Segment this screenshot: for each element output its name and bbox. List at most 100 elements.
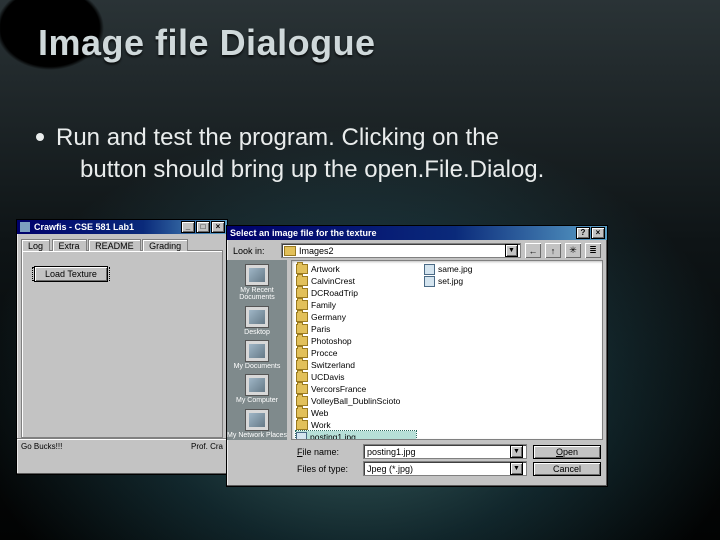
- crawfis-title: Crawfis - CSE 581 Lab1: [34, 222, 134, 232]
- documents-icon: [245, 340, 269, 362]
- dialog-bottom: File name: posting1.jpg▼ Open Files of t…: [227, 440, 607, 480]
- computer-icon: [245, 374, 269, 396]
- bullet-text-2: button should bring up the open.File.Dia…: [80, 154, 684, 186]
- list-item[interactable]: Artwork: [296, 263, 416, 275]
- up-one-level-button[interactable]: ↑: [545, 243, 561, 258]
- folder-icon: [296, 324, 308, 334]
- slide-title: Image file Dialogue: [38, 22, 376, 64]
- slide: Image file Dialogue Run and test the pro…: [0, 0, 720, 540]
- file-name: set.jpg: [438, 276, 463, 286]
- crawfis-window: Crawfis - CSE 581 Lab1 _ □ × Log Extra R…: [16, 219, 228, 475]
- filename-value: posting1.jpg: [367, 447, 416, 457]
- folder-icon: [296, 276, 308, 286]
- bullet-text-1: Run and test the program. Clicking on th…: [56, 124, 499, 151]
- place-label: Desktop: [244, 329, 270, 336]
- list-item[interactable]: DCRoadTrip: [296, 287, 416, 299]
- list-item[interactable]: Switzerland: [296, 359, 416, 371]
- folder-icon: [296, 360, 308, 370]
- status-bar: Go Bucks!!! Prof. Cra: [17, 438, 227, 453]
- network-icon: [245, 409, 269, 431]
- app-icon: [20, 222, 30, 232]
- chevron-down-icon[interactable]: ▼: [510, 462, 523, 475]
- place-recent[interactable]: My Recent Documents: [227, 264, 287, 302]
- folder-icon: [296, 408, 308, 418]
- folder-icon: [296, 420, 308, 430]
- list-item[interactable]: CalvinCrest: [296, 275, 416, 287]
- place-label: My Recent Documents: [227, 287, 287, 302]
- help-button[interactable]: ?: [576, 227, 590, 239]
- tab-extra[interactable]: Extra: [52, 239, 87, 251]
- chevron-down-icon[interactable]: ▼: [510, 445, 523, 458]
- file-name: Switzerland: [311, 360, 355, 370]
- list-item[interactable]: posting1.jpg: [296, 431, 416, 440]
- dialog-titlebar[interactable]: Select an image file for the texture ? ×: [227, 226, 607, 240]
- file-list[interactable]: ArtworkCalvinCrest DCRoadTrip FamilyGerman…: [291, 260, 603, 440]
- tab-grading[interactable]: Grading: [142, 239, 188, 251]
- new-folder-button[interactable]: ✳: [565, 243, 581, 258]
- list-item[interactable]: Paris: [296, 323, 416, 335]
- image-icon: [424, 264, 435, 275]
- views-button[interactable]: ≣: [585, 243, 601, 258]
- status-right: Prof. Cra: [191, 442, 223, 451]
- maximize-button[interactable]: □: [196, 221, 210, 233]
- load-texture-button[interactable]: Load Texture: [34, 266, 108, 282]
- cancel-button[interactable]: Cancel: [533, 462, 601, 476]
- load-texture-focus: Load Texture: [32, 267, 110, 281]
- folder-icon: [296, 384, 308, 394]
- filetype-value: Jpeg (*.jpg): [367, 464, 413, 474]
- folder-icon: [296, 372, 308, 382]
- list-item[interactable]: Procce: [296, 347, 416, 359]
- file-name: Family: [311, 300, 336, 310]
- file-name: posting1.jpg: [310, 432, 356, 440]
- file-name: Work: [311, 420, 331, 430]
- tab-log[interactable]: Log: [21, 239, 50, 251]
- list-item[interactable]: set.jpg: [424, 275, 544, 287]
- file-name: CalvinCrest: [311, 276, 355, 286]
- filename-input[interactable]: posting1.jpg ▼: [363, 444, 527, 459]
- lookin-value: Images2: [299, 246, 334, 256]
- folder-icon: [296, 312, 308, 322]
- list-item[interactable]: VercorsFrance: [296, 383, 416, 395]
- image-icon: [424, 276, 435, 287]
- bullet-list: Run and test the program. Clicking on th…: [36, 122, 684, 185]
- filetype-combo[interactable]: Jpeg (*.jpg) ▼: [363, 461, 527, 476]
- list-item[interactable]: same.jpg: [424, 263, 544, 275]
- folder-icon: [296, 264, 308, 274]
- place-label: My Computer: [236, 397, 278, 404]
- folder-icon: [296, 288, 308, 298]
- dialog-close-button[interactable]: ×: [591, 227, 605, 239]
- lookin-row: Look in: Images2 ▼ ← ↑ ✳ ≣: [227, 240, 607, 260]
- filename-label: File name:: [297, 447, 357, 457]
- list-item[interactable]: Photoshop: [296, 335, 416, 347]
- file-name: DCRoadTrip: [311, 288, 358, 298]
- crawfis-titlebar[interactable]: Crawfis - CSE 581 Lab1 _ □ ×: [17, 220, 227, 234]
- close-button[interactable]: ×: [211, 221, 225, 233]
- image-icon: [296, 432, 307, 441]
- list-item[interactable]: Web: [296, 407, 416, 419]
- lookin-combo[interactable]: Images2 ▼: [281, 243, 521, 258]
- minimize-button[interactable]: _: [181, 221, 195, 233]
- place-label: My Network Places: [227, 432, 287, 439]
- place-network[interactable]: My Network Places: [227, 409, 287, 439]
- list-item[interactable]: Family: [296, 299, 416, 311]
- desktop-icon: [245, 306, 269, 328]
- open-button[interactable]: Open: [533, 445, 601, 459]
- places-bar: My Recent Documents Desktop My Documents…: [227, 260, 287, 440]
- chevron-down-icon[interactable]: ▼: [505, 244, 518, 257]
- list-item[interactable]: Work: [296, 419, 416, 431]
- place-label: My Documents: [234, 363, 281, 370]
- folder-icon: [296, 396, 308, 406]
- place-desktop[interactable]: Desktop: [244, 306, 270, 336]
- place-mydocs[interactable]: My Documents: [234, 340, 281, 370]
- list-item[interactable]: Germany: [296, 311, 416, 323]
- list-item[interactable]: VolleyBall_DublinScioto: [296, 395, 416, 407]
- file-name: Paris: [311, 324, 330, 334]
- tab-readme[interactable]: README: [88, 239, 141, 251]
- file-name: Web: [311, 408, 328, 418]
- file-name: VolleyBall_DublinScioto: [311, 396, 400, 406]
- dialog-title: Select an image file for the texture: [230, 228, 377, 238]
- back-button[interactable]: ←: [525, 243, 541, 258]
- list-item[interactable]: UCDavis: [296, 371, 416, 383]
- place-mycomputer[interactable]: My Computer: [236, 374, 278, 404]
- file-column-2: same.jpgset.jpg: [420, 261, 548, 439]
